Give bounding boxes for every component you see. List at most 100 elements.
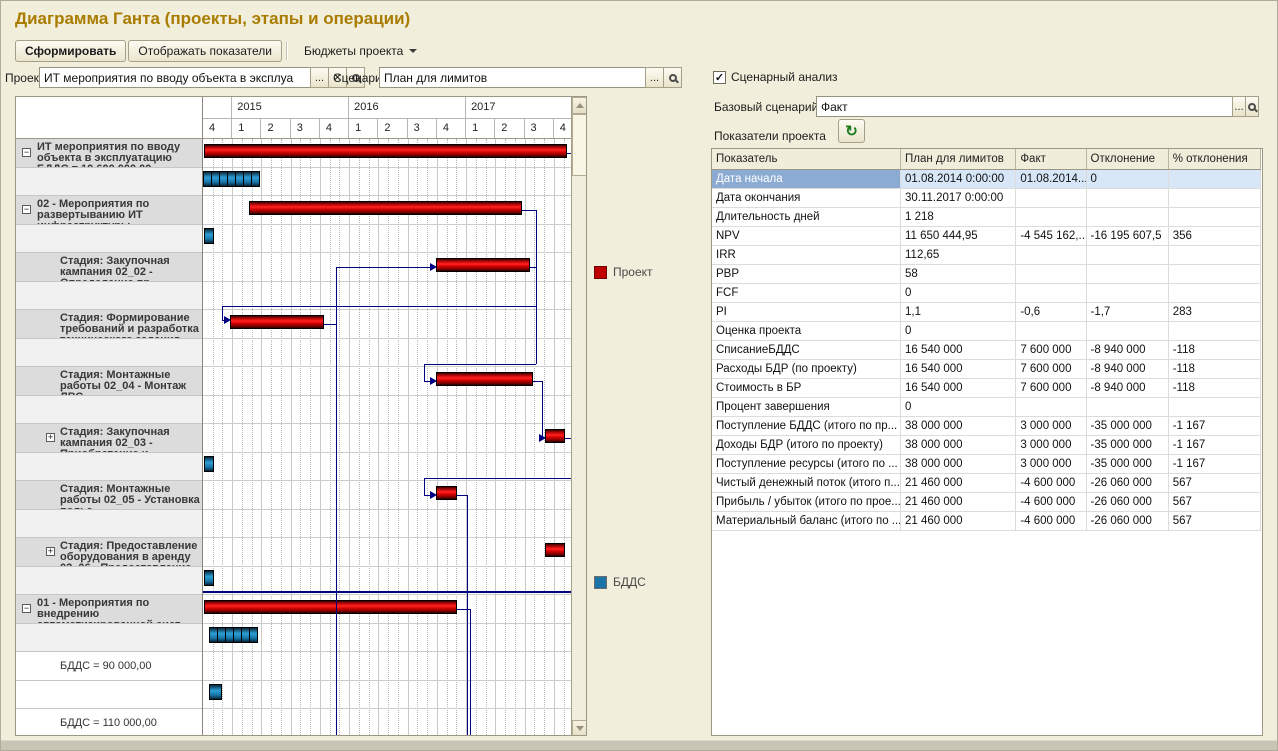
gantt-task-label[interactable]: −ИТ мероприятия по вводу объекта в экспл… (16, 139, 202, 168)
gantt-bar-project[interactable] (436, 258, 530, 272)
indicator-row[interactable]: Чистый денежный поток (итого п...21 460 … (712, 473, 1261, 492)
indicator-cell: Доходы БДР (итого по проекту) (712, 435, 901, 454)
indicator-row[interactable]: Материальный баланс (итого по ...21 460 … (712, 511, 1261, 530)
gantt-task-label[interactable]: Стадия: Формирование требований и разраб… (16, 310, 202, 339)
gantt-bar-bdds[interactable] (204, 570, 214, 586)
gantt-rows (203, 139, 572, 736)
scenario-analysis-checkbox[interactable]: ✓ Сценарный анализ (713, 70, 838, 84)
collapse-box-icon[interactable]: − (22, 148, 31, 157)
project-field: ... ✕ (39, 67, 365, 88)
gantt-bar-bdds[interactable] (204, 228, 214, 244)
indicator-row[interactable]: Поступление БДДС (итого по пр...38 000 0… (712, 416, 1261, 435)
indicator-row[interactable]: Расходы БДР (по проекту)16 540 0007 600 … (712, 359, 1261, 378)
scenario-input[interactable] (379, 67, 646, 88)
indicator-row[interactable]: Дата окончания30.11.2017 0:00:00 (712, 188, 1261, 207)
base-scenario-input[interactable] (816, 96, 1233, 117)
gantt-task-label[interactable]: −01 - Мероприятия по внедрению автоматиз… (16, 595, 202, 624)
indicator-cell: -4 600 000 (1016, 492, 1086, 511)
base-scenario-choose-button[interactable]: ... (1232, 96, 1246, 117)
indicator-row[interactable]: Длительность дней1 218 (712, 207, 1261, 226)
gantt-task-label[interactable]: Стадия: Закупочная кампания 02_02 - Опре… (16, 253, 202, 282)
gantt-plot-row (203, 225, 572, 254)
gantt-bar-bdds[interactable] (204, 456, 214, 472)
indicator-cell: 3 000 000 (1016, 435, 1086, 454)
indicator-row[interactable]: Стоимость в БР16 540 0007 600 000-8 940 … (712, 378, 1261, 397)
indicator-row[interactable]: Дата начала01.08.2014 0:00:0001.08.2014.… (712, 169, 1261, 188)
gantt-bar-project[interactable] (545, 543, 565, 557)
indicator-cell (1086, 245, 1168, 264)
indicator-cell: 01.08.2014... (1016, 169, 1086, 188)
indicator-row[interactable]: IRR112,65 (712, 245, 1261, 264)
indicator-row[interactable]: Оценка проекта0 (712, 321, 1261, 340)
indicator-row[interactable]: Доходы БДР (итого по проекту)38 000 0003… (712, 435, 1261, 454)
gantt-sub-row-label[interactable] (16, 396, 202, 425)
indicator-row[interactable]: Прибыль / убыток (итого по прое...21 460… (712, 492, 1261, 511)
gantt-task-label[interactable]: Стадия: Монтажные работы 02_05 - Установ… (16, 481, 202, 510)
indicator-row[interactable]: PI1,1-0,6-1,7283 (712, 302, 1261, 321)
scenario-choose-button[interactable]: ... (645, 67, 664, 88)
gantt-bar-project[interactable] (230, 315, 324, 329)
gantt-bar-project[interactable] (204, 144, 567, 158)
collapse-box-icon[interactable]: − (22, 604, 31, 613)
expand-box-icon[interactable]: + (46, 547, 55, 556)
gantt-bar-project[interactable] (249, 201, 522, 215)
base-scenario-open-button[interactable] (1245, 96, 1259, 117)
indicator-cell: 01.08.2014 0:00:00 (901, 169, 1016, 188)
gantt-sub-row-label[interactable] (16, 282, 202, 311)
gantt-bar-project[interactable] (436, 486, 457, 500)
scroll-up-button[interactable] (572, 97, 587, 114)
scroll-down-button[interactable] (572, 720, 587, 736)
gantt-vertical-scrollbar[interactable] (571, 97, 587, 736)
quarter-header-cell: 1 (466, 119, 495, 138)
expand-box-icon[interactable]: + (46, 433, 55, 442)
indicator-row[interactable]: FCF0 (712, 283, 1261, 302)
project-budgets-menu-button[interactable]: Бюджеты проекта (294, 40, 427, 62)
column-header[interactable]: Показатель (712, 149, 901, 169)
project-input[interactable] (39, 67, 311, 88)
gantt-task-label[interactable]: −02 - Мероприятия по развертыванию ИТ ин… (16, 196, 202, 225)
gantt-bar-project[interactable] (545, 429, 565, 443)
column-header[interactable]: Факт (1016, 149, 1086, 169)
indicator-cell (1168, 188, 1260, 207)
gantt-bar-bdds-segmented[interactable] (210, 627, 258, 643)
indicator-cell: 1 218 (901, 207, 1016, 226)
gantt-task-label[interactable]: БДДС = 110 000,00 (16, 709, 202, 736)
refresh-button[interactable]: ↻ (838, 119, 865, 143)
gantt-bar-project[interactable] (436, 372, 533, 386)
column-header[interactable]: % отклонения (1168, 149, 1260, 169)
gantt-bar-bdds[interactable] (209, 684, 222, 700)
scenario-open-button[interactable] (663, 67, 682, 88)
gantt-bar-project[interactable] (204, 600, 457, 614)
indicators-table: ПоказательПлан для лимитовФактОтклонение… (712, 149, 1261, 531)
gantt-sub-row-label[interactable] (16, 567, 202, 596)
column-header[interactable]: Отклонение (1086, 149, 1168, 169)
gantt-sub-row-label[interactable] (16, 453, 202, 482)
generate-button[interactable]: Сформировать (15, 40, 126, 62)
gantt-sub-row-label[interactable] (16, 225, 202, 254)
indicator-row[interactable]: NPV11 650 444,95-4 545 162,...-16 195 60… (712, 226, 1261, 245)
gantt-task-label[interactable]: +Стадия: Закупочная кампания 02_03 - При… (16, 424, 202, 453)
indicator-row[interactable]: СписаниеБДДС16 540 0007 600 000-8 940 00… (712, 340, 1261, 359)
collapse-box-icon[interactable]: − (22, 205, 31, 214)
indicator-row[interactable]: Поступление ресурсы (итого по ...38 000 … (712, 454, 1261, 473)
project-choose-button[interactable]: ... (310, 67, 329, 88)
gantt-sub-row-label[interactable] (16, 339, 202, 368)
gantt-task-label[interactable]: +Стадия: Предоставление оборудования в а… (16, 538, 202, 567)
gantt-task-label[interactable]: Стадия: Монтажные работы 02_04 - Монтаж … (16, 367, 202, 396)
gantt-sub-row-label[interactable] (16, 510, 202, 539)
gantt-task-label[interactable]: БДДС = 90 000,00 (16, 652, 202, 681)
indicator-cell: -1 167 (1168, 435, 1260, 454)
gantt-plot-row (203, 652, 572, 681)
indicator-row[interactable]: PBP58 (712, 264, 1261, 283)
indicator-row[interactable]: Процент завершения0 (712, 397, 1261, 416)
quarter-header-cell: 3 (291, 119, 320, 138)
gantt-sub-row-label[interactable] (16, 624, 202, 653)
gantt-bar-bdds-segmented[interactable] (204, 171, 260, 187)
table-body: Дата начала01.08.2014 0:00:0001.08.2014.… (712, 169, 1261, 530)
gantt-sub-row-label[interactable] (16, 168, 202, 197)
column-header[interactable]: План для лимитов (901, 149, 1016, 169)
gantt-sub-row-label[interactable] (16, 681, 202, 710)
scrollbar-thumb[interactable] (572, 114, 587, 176)
indicator-cell: Материальный баланс (итого по ... (712, 511, 901, 530)
show-indicators-button[interactable]: Отображать показатели (128, 40, 282, 62)
